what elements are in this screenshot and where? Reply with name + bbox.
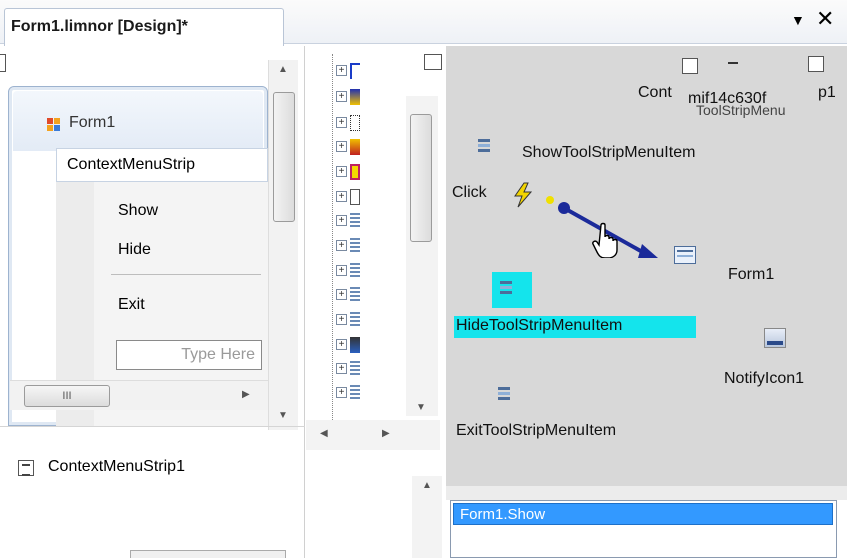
notify-icon-node[interactable]: NotifyIcon1 bbox=[724, 370, 804, 388]
event-map-canvas[interactable]: Cont mif14c630f p1 ToolStripMenu ShowToo… bbox=[446, 46, 847, 486]
tree-node[interactable]: + bbox=[336, 212, 364, 230]
action-list: Form1.Show bbox=[450, 500, 837, 558]
document-tab-title: Form1.limnor [Design]* bbox=[11, 18, 188, 35]
menu-separator bbox=[111, 274, 261, 275]
form-designer-pane: Form1 ContextMenuStrip Show Hide Exit Ty… bbox=[0, 46, 305, 558]
tree-node[interactable]: + bbox=[336, 114, 364, 132]
notify-icon-icon bbox=[764, 328, 786, 348]
menu-item-icon bbox=[496, 386, 512, 402]
tree-node[interactable]: + bbox=[336, 336, 364, 354]
form-icon bbox=[674, 246, 696, 264]
scroll-thumb[interactable] bbox=[410, 114, 432, 242]
scroll-up-icon[interactable]: ▲ bbox=[422, 480, 432, 491]
component-label-p1[interactable]: p1 bbox=[818, 84, 836, 102]
event-lightning-icon[interactable] bbox=[512, 182, 534, 211]
component-tray-divider bbox=[0, 426, 305, 427]
menu-item-exit[interactable]: Exit bbox=[118, 296, 145, 314]
menu-item-hide[interactable]: Hide bbox=[118, 241, 151, 259]
component-label-toolstrip[interactable]: ToolStripMenu bbox=[696, 102, 786, 118]
context-menu-strip-header[interactable]: ContextMenuStrip bbox=[56, 148, 268, 182]
tray-scrollbar[interactable] bbox=[130, 550, 286, 558]
document-tab[interactable]: Form1.limnor [Design]* bbox=[4, 8, 284, 46]
tray-component-contextmenustrip[interactable]: ContextMenuStrip1 bbox=[48, 458, 185, 476]
pane-resize-handle[interactable] bbox=[0, 54, 6, 72]
form-title: Form1 bbox=[69, 114, 116, 131]
scroll-right-icon[interactable]: ▶ bbox=[242, 389, 250, 400]
dropdown-arrow-icon[interactable]: ▼ bbox=[791, 12, 805, 28]
tree-node[interactable]: + bbox=[336, 360, 364, 378]
type-here-placeholder: Type Here bbox=[181, 346, 255, 363]
form1-node[interactable]: Form1 bbox=[728, 266, 774, 284]
tree-node[interactable]: + bbox=[336, 384, 364, 402]
object-tree-pane: + + + + + + + + + + + + + + ▼ ◀ ▶ ▲ bbox=[306, 46, 446, 558]
context-menu-icon bbox=[682, 58, 698, 74]
tree-node[interactable]: + bbox=[336, 262, 364, 280]
document-tab-bar: Form1.limnor [Design]* ▼ ✕ bbox=[0, 0, 847, 46]
hand-cursor-icon bbox=[592, 222, 622, 261]
click-event-label[interactable]: Click bbox=[452, 184, 487, 202]
form-horizontal-scrollbar[interactable]: III ▶ bbox=[10, 380, 268, 410]
action-list-item[interactable]: Form1.Show bbox=[453, 503, 833, 525]
form-vertical-scrollbar[interactable]: ▲ ▼ bbox=[268, 60, 298, 430]
scroll-down-icon[interactable]: ▼ bbox=[278, 410, 288, 421]
context-menu-strip-label: ContextMenuStrip bbox=[67, 156, 196, 173]
type-here-input[interactable]: Type Here bbox=[116, 340, 262, 370]
tree-horizontal-scrollbar[interactable]: ◀ ▶ bbox=[306, 420, 440, 450]
hide-menu-item-node[interactable]: HideToolStripMenuItem bbox=[456, 317, 622, 335]
context-menu-icon bbox=[18, 460, 34, 476]
menu-item-icon bbox=[498, 280, 514, 296]
menu-item-show[interactable]: Show bbox=[118, 202, 158, 220]
scroll-right-icon[interactable]: ▶ bbox=[382, 428, 390, 439]
close-icon[interactable]: ✕ bbox=[816, 6, 834, 32]
tree-node[interactable]: + bbox=[336, 163, 364, 181]
scroll-left-icon[interactable]: ◀ bbox=[320, 428, 328, 439]
scroll-up-icon[interactable]: ▲ bbox=[278, 64, 288, 75]
tree-node[interactable]: + bbox=[336, 311, 364, 329]
tree-node[interactable]: + bbox=[336, 188, 364, 206]
pane-resize-handle[interactable] bbox=[808, 56, 824, 72]
scroll-thumb[interactable]: III bbox=[24, 385, 110, 407]
show-menu-item-node[interactable]: ShowToolStripMenuItem bbox=[522, 144, 695, 162]
action-list-item-label: Form1.Show bbox=[460, 506, 546, 523]
form-titlebar: Form1 bbox=[13, 91, 263, 151]
map-splitter[interactable] bbox=[446, 486, 847, 500]
exit-menu-item-node[interactable]: ExitToolStripMenuItem bbox=[456, 422, 616, 440]
tree-lower-scrollbar[interactable]: ▲ bbox=[412, 476, 442, 558]
menu-item-icon bbox=[476, 138, 492, 154]
form-icon bbox=[47, 118, 61, 132]
tree-node[interactable]: + bbox=[336, 88, 364, 106]
tree-node[interactable]: + bbox=[336, 138, 364, 156]
tree-node[interactable]: + bbox=[336, 62, 364, 80]
tree-vertical-scrollbar[interactable]: ▼ bbox=[406, 96, 438, 416]
scroll-down-icon[interactable]: ▼ bbox=[416, 402, 426, 413]
tree-node[interactable]: + bbox=[336, 237, 364, 255]
tree-node[interactable]: + bbox=[336, 286, 364, 304]
scroll-thumb[interactable] bbox=[273, 92, 295, 222]
component-label-cont[interactable]: Cont bbox=[638, 84, 672, 102]
menu-item-icon bbox=[728, 62, 738, 72]
